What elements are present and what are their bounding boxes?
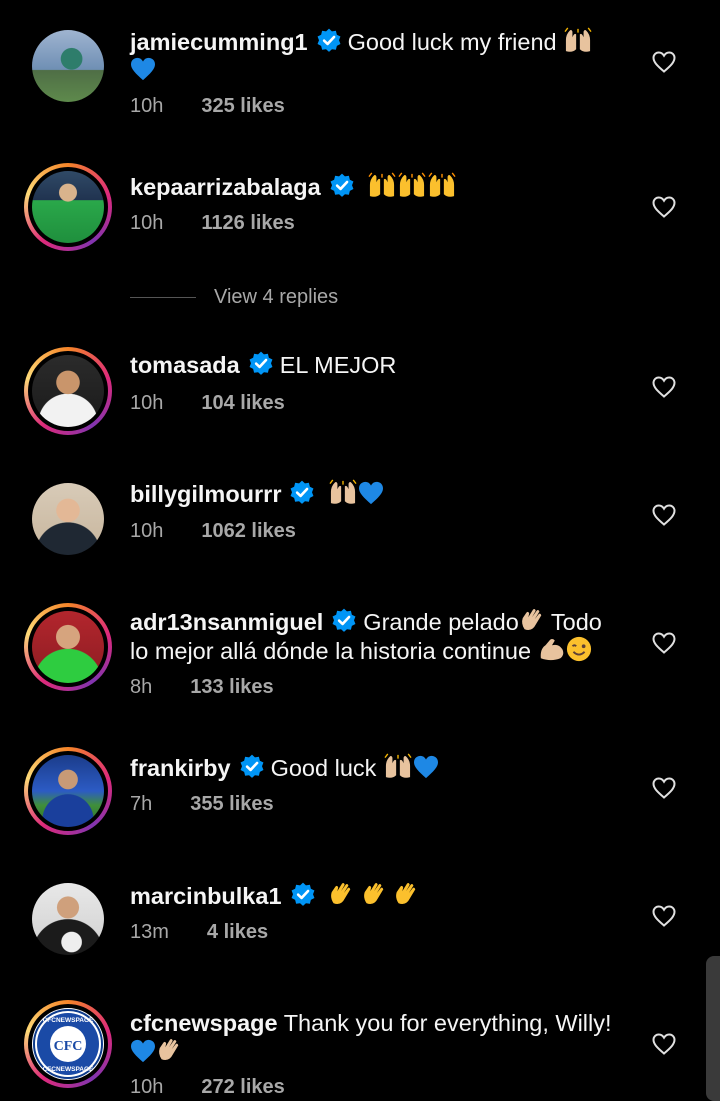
waving-hand-icon [519,607,545,633]
waving-hand-icon [328,881,354,907]
like-count[interactable]: 4 likes [207,921,268,943]
like-heart-icon[interactable] [652,632,676,654]
comment-body: cfcnewspage Thank you for everything, Wi… [130,1009,620,1066]
avatar[interactable] [24,603,112,691]
verified-badge-icon [331,608,357,634]
username[interactable]: jamiecumming1 [130,29,308,55]
username[interactable]: cfcnewspage [130,1010,278,1036]
blue-heart-icon [130,1039,156,1063]
avatar[interactable] [32,483,104,555]
timestamp: 10h [130,95,164,117]
comment-meta: 10h 1126 likes [130,212,295,235]
verified-badge-icon [239,754,265,780]
timestamp: 8h [130,676,153,698]
comment-meta: 10h 1062 likes [130,520,296,543]
comment-body: frankirby Good luck [130,753,620,782]
waving-hand-icon [361,881,387,907]
waving-hand-icon [156,1037,182,1063]
username[interactable]: billygilmourrr [130,481,281,507]
comment-text: Good luck [270,755,377,781]
avatar[interactable]: CFCNEWSPAGE CFCNEWSPAGE CFC [24,1000,112,1088]
verified-badge-icon [290,882,316,908]
blue-heart-icon [358,481,384,505]
avatar[interactable] [32,883,104,955]
like-heart-icon[interactable] [652,376,676,398]
comment-body: jamiecumming1 Good luck my friend [130,27,620,84]
logo-text-top: CFCNEWSPAGE [43,1017,94,1024]
timestamp: 10h [130,1076,164,1098]
like-heart-icon[interactable] [652,504,676,526]
like-heart-icon[interactable] [652,777,676,799]
like-heart-icon[interactable] [652,1033,676,1055]
verified-badge-icon [289,480,315,506]
raising-hands-icon [397,172,427,198]
comment-body: tomasada EL MEJOR [130,351,620,379]
logo-monogram: CFC [54,1039,83,1054]
avatar[interactable] [24,347,112,435]
view-replies-label[interactable]: View 4 replies [214,286,338,309]
like-count[interactable]: 355 likes [190,793,273,815]
flexed-biceps-icon [538,636,566,662]
username[interactable]: kepaarrizabalaga [130,174,321,200]
verified-badge-icon [248,351,274,377]
like-count[interactable]: 325 likes [201,95,284,117]
logo-text-bottom: CFCNEWSPAGE [43,1066,94,1073]
like-count[interactable]: 133 likes [190,676,273,698]
timestamp: 10h [130,212,164,234]
comment-text-continued: Todo [550,609,602,635]
comment-meta: 10h 325 likes [130,95,285,118]
comment-meta: 8h 133 likes [130,676,274,699]
comment-meta: 10h 104 likes [130,392,285,415]
avatar[interactable] [24,163,112,251]
comment-body: kepaarrizabalaga [130,172,620,201]
blue-heart-icon [130,57,156,81]
cfc-logo-icon: CFCNEWSPAGE CFCNEWSPAGE CFC [33,1009,103,1079]
raising-hands-icon [383,753,413,779]
avatar[interactable] [32,30,104,102]
winking-face-icon [566,636,592,662]
username[interactable]: frankirby [130,755,231,781]
raising-hands-icon [367,172,397,198]
like-heart-icon[interactable] [652,196,676,218]
like-count[interactable]: 1062 likes [201,520,296,542]
like-count[interactable]: 104 likes [201,392,284,414]
raising-hands-icon [563,27,593,53]
scrollbar[interactable] [706,956,720,1101]
comment-text: Thank you for everything, Willy! [283,1010,612,1036]
comment-meta: 10h 272 likes [130,1076,285,1099]
like-heart-icon[interactable] [652,905,676,927]
comment-body: billygilmourrr [130,479,620,508]
comment-text: Good luck my friend [347,29,557,55]
username[interactable]: tomasada [130,352,240,378]
like-heart-icon[interactable] [652,51,676,73]
comment-meta: 7h 355 likes [130,793,274,816]
like-count[interactable]: 272 likes [201,1076,284,1098]
avatar[interactable] [24,747,112,835]
raising-hands-icon [427,172,457,198]
verified-badge-icon [329,173,355,199]
waving-hand-icon [393,881,419,907]
comment-text-line2: lo mejor allá dónde la historia continue [130,638,532,664]
blue-heart-icon [413,755,439,779]
timestamp: 13m [130,921,169,943]
timestamp: 10h [130,520,164,542]
view-replies-link[interactable]: View 4 replies [130,286,390,310]
username[interactable]: adr13nsanmiguel [130,609,323,635]
comment-body: adr13nsanmiguel Grande pelado Todo lo mej… [130,607,620,665]
replies-divider [130,297,196,298]
like-count[interactable]: 1126 likes [201,212,294,234]
comment-body: marcinbulka1 [130,881,620,910]
timestamp: 10h [130,392,164,414]
comment-text: EL MEJOR [279,352,397,378]
verified-badge-icon [316,28,342,54]
comment-meta: 13m 4 likes [130,921,268,944]
comment-text: Grande pelado [363,609,519,635]
username[interactable]: marcinbulka1 [130,883,282,909]
timestamp: 7h [130,793,153,815]
raising-hands-icon [328,479,358,505]
